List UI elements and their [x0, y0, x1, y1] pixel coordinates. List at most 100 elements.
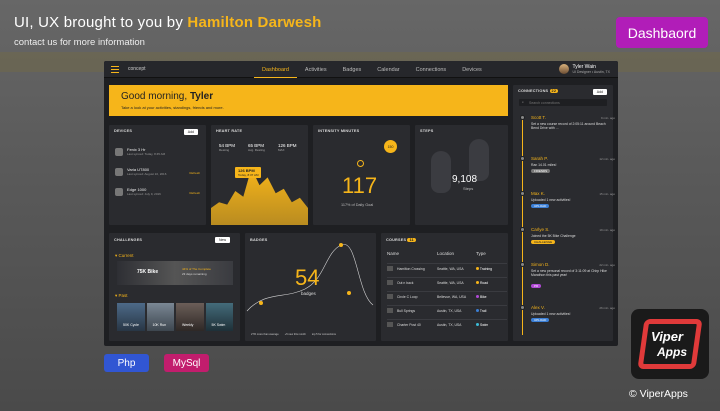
- connection-time: 26 min. ago: [599, 306, 615, 310]
- connection-text: Ran 14.01 miles!: [531, 163, 557, 167]
- courses-title-text: COURSES: [386, 238, 407, 242]
- device-refresh[interactable]: Refresh: [189, 191, 200, 195]
- course-type-label: Swim: [479, 323, 489, 327]
- device-sync: Last synced: Today, 8:45 AM: [127, 152, 166, 156]
- course-type-label: Bike: [479, 295, 487, 299]
- course-name: Bull Springs: [397, 309, 416, 313]
- greeting-heading: Good morning, Tyler: [121, 91, 213, 102]
- connection-name: Scott T.: [531, 115, 546, 120]
- badges-caption: badges: [301, 291, 316, 296]
- current-challenge-progress: 44% of The Complete: [182, 267, 211, 271]
- past-challenge-card[interactable]: 10K Run: [146, 303, 174, 331]
- current-label-text: Current: [118, 253, 134, 258]
- course-thumb-icon: [387, 308, 393, 313]
- tooltip-time: Today, 8:37 AM: [238, 173, 259, 177]
- table-row[interactable]: Out n back Seattle, WA, USA Road: [387, 277, 507, 287]
- table-row[interactable]: Charter Post 40 Austin, TX, USA Swim: [387, 319, 507, 329]
- greeting-text: Good morning,: [121, 91, 190, 102]
- connection-avatar: [520, 191, 525, 196]
- device-item[interactable]: Edge 1000 Last synced: July 9, 2016: [115, 187, 161, 196]
- user-profile[interactable]: Tyler Wain UI Designer • Austin, TX: [559, 64, 610, 74]
- current-label: ▾ Current: [115, 253, 134, 258]
- course-location: Austin, TX, USA: [437, 323, 462, 327]
- past-challenge-card[interactable]: Weekly: [176, 303, 204, 331]
- menu-icon[interactable]: [111, 66, 119, 73]
- connections-title-text: CONNECTIONS: [518, 89, 549, 93]
- intensity-caption: 117% of Daily Goal: [341, 203, 374, 207]
- viperapps-logo: Viper Apps: [631, 309, 709, 379]
- course-type: Trail: [476, 309, 486, 313]
- logo-text-line1: Viper: [651, 329, 684, 344]
- device-refresh[interactable]: Refresh: [189, 171, 200, 175]
- course-location: Seattle, WA, USA: [437, 267, 464, 271]
- course-type-label: Training: [479, 267, 493, 271]
- course-thumb-icon: [387, 322, 393, 327]
- intensity-value: 117: [342, 173, 378, 198]
- table-row[interactable]: Hamilton Crossing Seattle, WA, USA Train…: [387, 263, 507, 273]
- badges-footer-item: top 5 for connections: [311, 333, 336, 336]
- connections-panel: CONNECTIONS 22 Add ⌕ Scott T. 9 min. ago…: [513, 85, 615, 341]
- table-row[interactable]: Circle C Loop Bellevue, WA, USA Bike: [387, 291, 507, 301]
- column-header: Type: [476, 251, 486, 256]
- new-challenge-button[interactable]: New: [214, 237, 230, 243]
- nav-badges[interactable]: Badges: [335, 61, 370, 78]
- course-type: Training: [476, 267, 492, 271]
- devices-title: DEVICES: [114, 129, 133, 133]
- courses-header: Name Location Type: [387, 251, 507, 259]
- avatar: [559, 64, 570, 74]
- past-challenge-label: Weekly: [182, 323, 194, 327]
- courses-panel: COURSES 11 Name Location Type Hamilton C…: [381, 233, 508, 341]
- course-name: Out n back: [397, 281, 414, 285]
- greeting-banner: Good morning, Tyler Take a look at your …: [109, 85, 508, 116]
- heart-rate-panel: HEART RATE 54 BPM Resting 65 BPM Avg. Rest…: [211, 125, 308, 225]
- device-sync: Last synced: August 10, 2016: [127, 172, 167, 176]
- nav-devices[interactable]: Devices: [454, 61, 490, 78]
- connection-avatar: [520, 262, 525, 267]
- app-brand: concept: [128, 66, 146, 72]
- top-bar: concept Dashboard Activities Badges Cale…: [104, 61, 618, 78]
- device-item[interactable]: Varia UT800 Last synced: August 10, 2016: [115, 167, 166, 176]
- past-challenge-card[interactable]: 50K Cycle: [117, 303, 145, 331]
- courses-count: 11: [407, 238, 416, 242]
- dashboard-badge: Dashbaord: [616, 17, 708, 48]
- steps-title: STEPS: [420, 129, 434, 133]
- badges-footer-item: 27% more than average: [251, 333, 279, 336]
- connections-search-input[interactable]: [529, 99, 603, 106]
- connection-name: Carlye S.: [531, 227, 550, 232]
- logo-mark: [637, 319, 703, 369]
- course-type: Swim: [476, 323, 488, 327]
- past-label: ▾ Past: [115, 293, 128, 298]
- current-challenge-card[interactable]: 75K Bike 44% of The Complete 23 days rem…: [117, 261, 233, 285]
- nav-calendar[interactable]: Calendar: [369, 61, 407, 78]
- nav-activities[interactable]: Activities: [297, 61, 335, 78]
- column-header: Name: [387, 251, 400, 256]
- nav-dashboard[interactable]: Dashboard: [254, 61, 297, 78]
- nav-connections[interactable]: Connections: [408, 61, 455, 78]
- connection-text: Uploaded 1 new activities!: [531, 198, 571, 202]
- heart-rate-tooltip: 126 BPM Today, 8:37 AM: [235, 167, 262, 178]
- past-challenge-card[interactable]: 5K Swim: [205, 303, 233, 331]
- course-location: Seattle, WA, USA: [437, 281, 464, 285]
- connection-name: Max K.: [531, 191, 546, 196]
- course-type: Road: [476, 281, 488, 285]
- connection-name: Alex V.: [531, 305, 545, 310]
- course-name: Charter Post 40: [397, 323, 421, 327]
- add-connection-button[interactable]: Add: [592, 89, 607, 95]
- connection-time: 19 min. ago: [599, 228, 615, 232]
- badges-footer-item: +5 new this month: [284, 333, 306, 336]
- device-sync: Last synced: July 9, 2016: [127, 192, 161, 196]
- promo-title-prefix: UI, UX brought to you by: [14, 14, 188, 31]
- device-item[interactable]: Fenix 3 Hr Last synced: Today, 8:45 AM: [115, 147, 165, 156]
- connection-time: 15 min. ago: [599, 192, 615, 196]
- intensity-goal-badge: 150: [384, 140, 397, 153]
- course-location: Bellevue, WA, USA: [437, 295, 467, 299]
- table-row[interactable]: Bull Springs Austin, TX, USA Trail: [387, 305, 507, 315]
- bike-computer-icon: [115, 187, 123, 196]
- connection-avatar: [520, 156, 525, 161]
- course-name: Circle C Loop: [397, 295, 418, 299]
- greeting-subtitle: Take a look at your activities, standing…: [121, 105, 224, 110]
- connections-search[interactable]: ⌕: [519, 99, 607, 106]
- logo-text-line2: Apps: [657, 345, 687, 359]
- hr-label: MAX: [277, 148, 285, 152]
- add-device-button[interactable]: Add: [183, 129, 198, 135]
